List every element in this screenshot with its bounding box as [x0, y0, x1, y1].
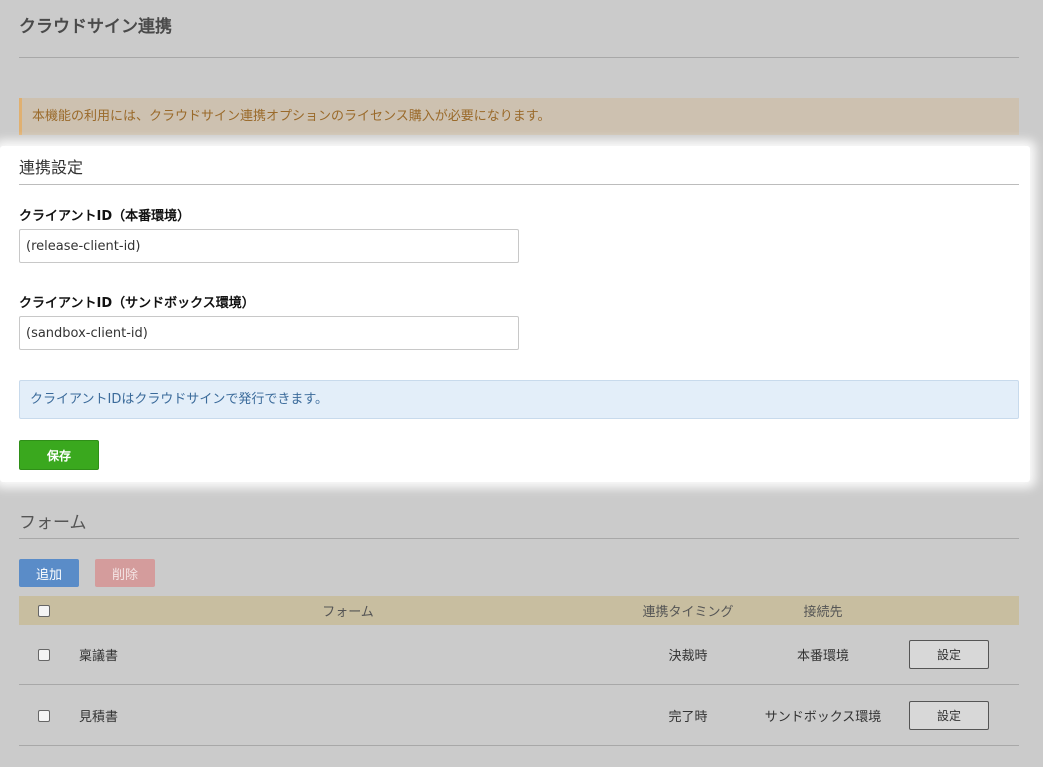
client-id-info: クライアントIDはクラウドサインで発行できます。 — [19, 380, 1019, 419]
release-client-id-label: クライアントID（本番環境） — [19, 209, 191, 224]
page-title: クラウドサイン連携 — [19, 17, 172, 37]
row-checkbox[interactable] — [38, 709, 50, 722]
add-button[interactable]: 追加 — [19, 559, 79, 587]
save-button[interactable]: 保存 — [19, 440, 99, 470]
license-warning: 本機能の利用には、クラウドサイン連携オプションのライセンス購入が必要になります。 — [19, 98, 1019, 135]
forms-divider — [19, 538, 1019, 539]
forms-heading: フォーム — [19, 513, 87, 533]
sandbox-client-id-label: クライアントID（サンドボックス環境） — [19, 296, 255, 311]
release-client-id-input[interactable] — [19, 229, 519, 263]
table-row: 見積書 完了時 サンドボックス環境 設定 — [19, 686, 1019, 746]
column-header-timing: 連携タイミング — [642, 605, 734, 620]
settings-button[interactable]: 設定 — [909, 640, 989, 669]
delete-button[interactable]: 削除 — [95, 559, 155, 587]
form-name: 稟議書 — [79, 649, 119, 664]
settings-panel: 連携設定 クライアントID（本番環境） クライアントID（サンドボックス環境） — [0, 146, 1030, 482]
settings-button[interactable]: 設定 — [909, 701, 989, 730]
form-timing: 完了時 — [668, 710, 708, 725]
forms-table-header: フォーム 連携タイミング 接続先 — [19, 596, 1019, 625]
sandbox-client-id-input[interactable] — [19, 316, 519, 350]
settings-heading: 連携設定 — [19, 158, 84, 177]
form-target: サンドボックス環境 — [764, 710, 882, 725]
title-divider — [19, 57, 1019, 58]
select-all-checkbox[interactable] — [38, 604, 50, 617]
table-row: 稟議書 決裁時 本番環境 設定 — [19, 625, 1019, 685]
form-timing: 決裁時 — [668, 649, 708, 664]
column-header-form: フォーム — [322, 605, 374, 620]
form-name: 見積書 — [79, 710, 119, 725]
settings-divider — [19, 184, 1019, 185]
row-checkbox[interactable] — [38, 648, 50, 661]
column-header-target: 接続先 — [803, 605, 843, 620]
form-target: 本番環境 — [796, 649, 849, 664]
